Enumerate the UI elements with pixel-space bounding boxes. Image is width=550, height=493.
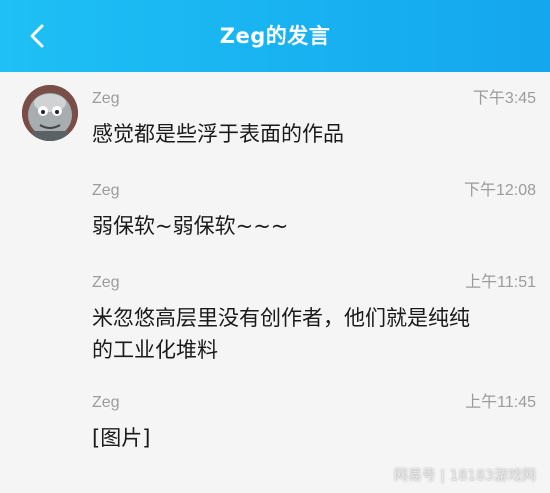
message-item: Zeg 上午11:45 [图片] <box>92 392 542 454</box>
message-item: Zeg 上午11:51 米忽悠高层里没有创作者，他们就是纯纯 的工业化堆料 <box>92 272 542 366</box>
message-time: 下午12:08 <box>463 182 536 199</box>
page-title: Zeg的发言 <box>219 24 331 48</box>
message-time: 上午11:51 <box>465 274 536 291</box>
watermark: 网易号 | 18183游戏网 <box>393 468 536 484</box>
message-time: 下午3:45 <box>472 90 536 107</box>
message-image-placeholder[interactable]: [图片] <box>92 422 542 454</box>
avatar-image <box>22 85 78 141</box>
top-bar: Zeg的发言 <box>0 0 550 72</box>
message-item: Zeg 下午12:08 弱保软~弱保软~~~ <box>92 180 542 242</box>
message-text: 感觉都是些浮于表面的作品 <box>92 122 344 146</box>
message-text: 米忽悠高层里没有创作者，他们就是纯纯 的工业化堆料 <box>92 306 470 362</box>
avatar[interactable] <box>22 85 78 141</box>
message-time: 上午11:45 <box>465 394 536 411</box>
message-text: 弱保软~弱保软~~~ <box>92 214 289 238</box>
message-item: Zeg 下午3:45 感觉都是些浮于表面的作品 <box>92 88 542 150</box>
